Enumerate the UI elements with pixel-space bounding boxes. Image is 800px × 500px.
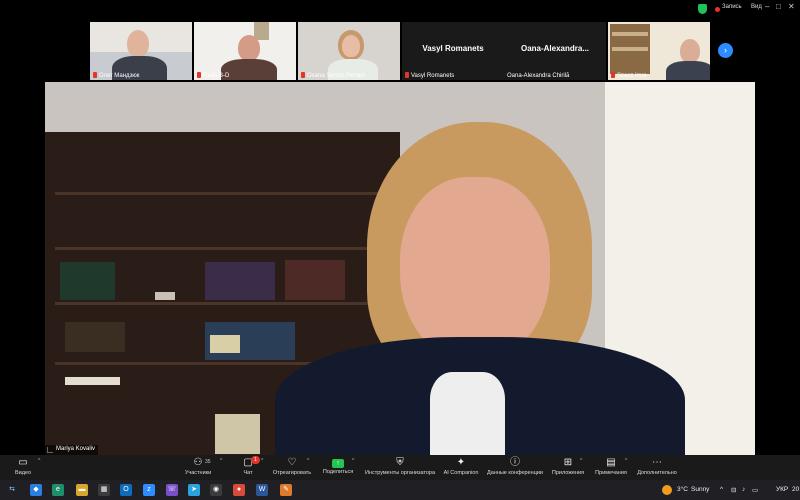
battery-icon[interactable]: ▭ xyxy=(752,486,758,494)
next-page-chevron-icon[interactable]: › xyxy=(718,43,733,58)
volume-icon[interactable]: ♪ xyxy=(742,486,745,493)
view-button[interactable]: Вид xyxy=(751,4,762,10)
muted-mic-icon xyxy=(301,72,305,78)
file-explorer-icon[interactable]: ▬ xyxy=(76,484,88,496)
weather-description[interactable]: Sunny xyxy=(691,486,709,493)
recording-indicator-icon xyxy=(715,7,720,12)
clock[interactable]: 20 xyxy=(792,486,799,493)
copilot-icon[interactable]: ◆ xyxy=(30,484,42,496)
muted-mic-icon xyxy=(197,72,201,78)
more-dots-icon: ⋯ xyxy=(652,457,662,468)
participant-name: Oxana Sencic Pertaci xyxy=(307,73,365,79)
participant-tile[interactable]: Szasz Imre xyxy=(608,22,710,80)
participant-tile[interactable]: Vasyl Romanets Vasyl Romanets xyxy=(402,22,504,80)
participant-name: Vasyl Romanets xyxy=(411,73,455,79)
network-icon[interactable]: ⊟ xyxy=(731,486,736,494)
store-icon[interactable]: ▦ xyxy=(98,484,110,496)
participant-name: Radu B-D xyxy=(203,73,230,79)
viber-icon[interactable]: ☏ xyxy=(166,484,178,496)
meeting-controls-toolbar: ▭ Видео ^ ⚇ Участники 35 ^ ▢ Чат 1 ^ ♡ О… xyxy=(0,455,800,480)
recording-label[interactable]: Запись xyxy=(722,4,742,10)
active-speaker-name: Mariya Kovaliv xyxy=(45,445,99,455)
close-button[interactable]: ✕ xyxy=(788,2,795,11)
weather-sun-icon[interactable] xyxy=(662,485,672,495)
participant-tile[interactable]: Oana-Alexandra... Oana-Alexandra Chirilă xyxy=(504,22,606,80)
muted-mic-icon xyxy=(93,72,97,78)
edge-browser-icon[interactable]: e xyxy=(52,484,64,496)
share-options-chevron-icon[interactable]: ^ xyxy=(352,458,354,464)
active-speaker-video[interactable] xyxy=(45,82,755,455)
paint-icon[interactable]: ✎ xyxy=(280,484,292,496)
input-language[interactable]: УКР xyxy=(776,486,788,493)
task-view-icon[interactable]: ⇆ xyxy=(6,484,18,496)
minimize-button[interactable]: – xyxy=(765,2,769,11)
maximize-button[interactable]: □ xyxy=(776,2,781,11)
participant-tile[interactable]: Oxana Sencic Pertaci xyxy=(298,22,400,80)
video-button[interactable]: ▭ Видео xyxy=(0,457,59,480)
video-options-chevron-icon[interactable]: ^ xyxy=(38,458,40,464)
participant-display-name: Oana-Alexandra... xyxy=(520,44,590,53)
zoom-app-icon[interactable]: z xyxy=(143,484,155,496)
messenger-icon[interactable]: ◉ xyxy=(210,484,222,496)
word-icon[interactable]: W xyxy=(256,484,268,496)
chrome-icon[interactable]: ● xyxy=(233,484,245,496)
participant-tile[interactable]: Radu B-D xyxy=(194,22,296,80)
participant-display-name: Vasyl Romanets xyxy=(422,44,484,53)
weather-temperature[interactable]: 3°C xyxy=(677,486,688,493)
participant-name: Oana-Alexandra Chirilă xyxy=(507,73,570,79)
participant-tile[interactable]: Олег Мандзюк xyxy=(90,22,192,80)
muted-mic-icon xyxy=(405,72,409,78)
more-button[interactable]: ⋯ Дополнительно xyxy=(621,457,693,480)
meeting-top-bar: Запись Вид – □ ✕ xyxy=(0,0,800,18)
muted-mic-icon xyxy=(611,72,615,78)
encryption-shield-icon[interactable] xyxy=(698,4,707,14)
os-taskbar: ⇆ ◆ e ▬ ▦ O z ☏ ➤ ◉ ● W ✎ 3°C Sunny ^ ⊟ … xyxy=(0,480,800,500)
telegram-icon[interactable]: ➤ xyxy=(188,484,200,496)
participant-name: Szasz Imre xyxy=(617,73,648,79)
participant-name: Олег Мандзюк xyxy=(99,73,140,79)
tray-chevron-icon[interactable]: ^ xyxy=(720,486,723,493)
video-camera-icon: ▭ xyxy=(18,457,28,468)
participants-count: 35 xyxy=(205,459,211,465)
share-arrow-icon: ↑ xyxy=(332,459,344,468)
outlook-icon[interactable]: O xyxy=(120,484,132,496)
